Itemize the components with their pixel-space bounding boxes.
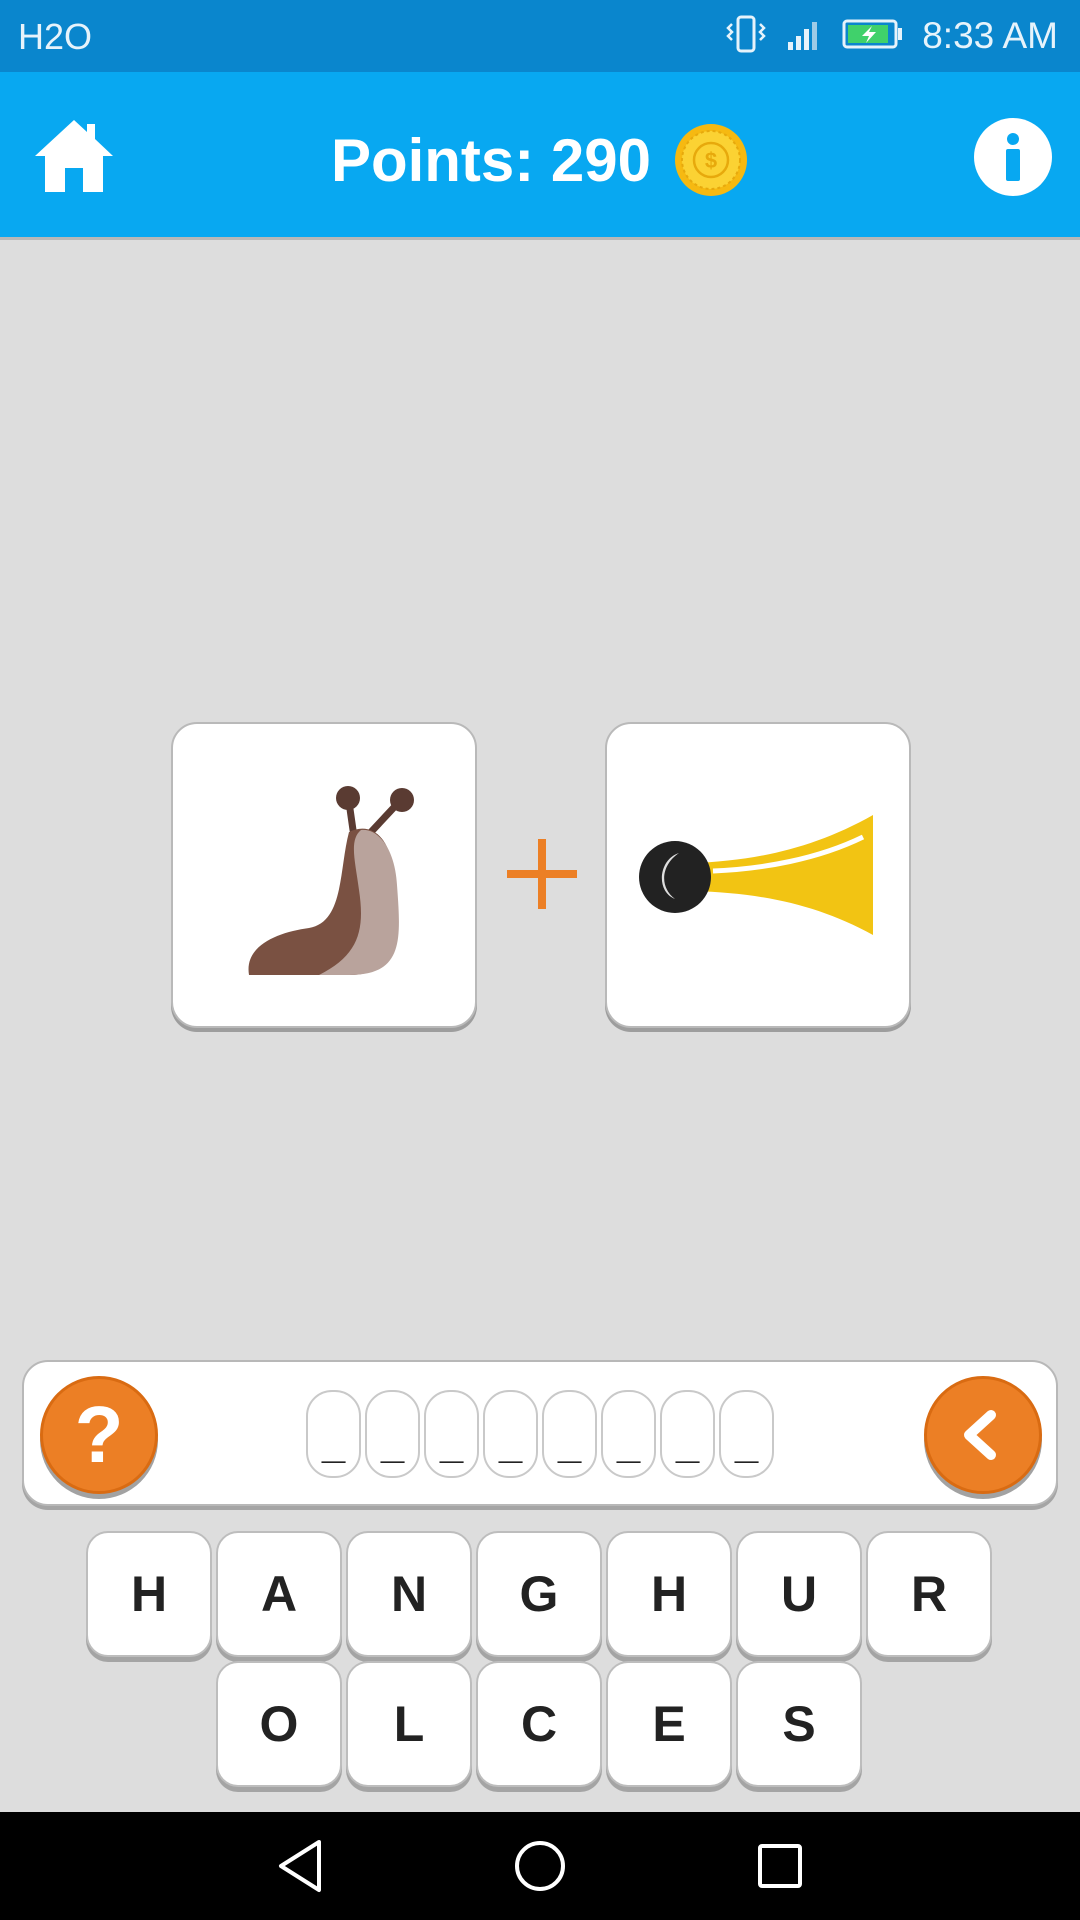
letter-key[interactable]: G (476, 1531, 602, 1657)
vibrate-icon (724, 14, 768, 59)
coin-icon: $ (675, 124, 748, 196)
points-label: Points: 290 (330, 126, 652, 194)
battery-charging-icon (842, 18, 904, 55)
letter-key[interactable]: R (866, 1531, 992, 1657)
letter-key[interactable]: O (216, 1661, 342, 1787)
letter-key[interactable]: S (736, 1661, 862, 1787)
answer-slot[interactable]: _ (601, 1390, 656, 1478)
answer-slot[interactable]: _ (306, 1390, 361, 1478)
nav-home-button[interactable] (508, 1834, 572, 1898)
status-bar: H2O 8:33 AM (0, 0, 1080, 72)
backspace-button[interactable] (924, 1376, 1042, 1494)
answer-slot[interactable]: _ (424, 1390, 479, 1478)
answer-bar: ? _ _ _ _ _ _ _ _ (22, 1360, 1058, 1506)
answer-slot[interactable]: _ (542, 1390, 597, 1478)
letter-key[interactable]: H (86, 1531, 212, 1657)
carrier-label: H2O (18, 16, 93, 57)
system-nav-bar (0, 1812, 1080, 1920)
letter-key[interactable]: A (216, 1531, 342, 1657)
letter-key[interactable]: E (606, 1661, 732, 1787)
app-header: Points: 290 $ (0, 72, 1080, 240)
answer-slot[interactable]: _ (365, 1390, 420, 1478)
svg-text:$: $ (705, 148, 717, 173)
horn-icon (639, 815, 873, 935)
info-button[interactable] (974, 118, 1052, 196)
puzzle-card-right (605, 722, 911, 1028)
letter-key[interactable]: U (736, 1531, 862, 1657)
status-icons: 8:33 AM (724, 10, 1058, 62)
clock-time: 8:33 AM (922, 15, 1058, 56)
points-display: Points: 290 $ (0, 122, 1080, 198)
letter-key[interactable]: L (346, 1661, 472, 1787)
nav-recents-button[interactable] (748, 1834, 812, 1898)
answer-slots: _ _ _ _ _ _ _ _ (306, 1390, 774, 1478)
puzzle-card-left (171, 722, 477, 1028)
recents-square-icon (758, 1844, 802, 1888)
home-circle-icon (515, 1841, 565, 1891)
chevron-left-icon (964, 1410, 996, 1460)
hint-label: ? (74, 1390, 124, 1479)
letter-key[interactable]: C (476, 1661, 602, 1787)
signal-icon (786, 16, 824, 57)
plus-icon (507, 839, 577, 909)
answer-slot[interactable]: _ (719, 1390, 774, 1478)
info-icon (1006, 133, 1020, 181)
hint-button[interactable]: ? (40, 1376, 158, 1494)
letter-key[interactable]: N (346, 1531, 472, 1657)
slug-icon (248, 786, 414, 975)
answer-slot[interactable]: _ (483, 1390, 538, 1478)
back-triangle-icon (279, 1840, 321, 1892)
letter-key[interactable]: H (606, 1531, 732, 1657)
nav-back-button[interactable] (268, 1834, 332, 1898)
answer-slot[interactable]: _ (660, 1390, 715, 1478)
